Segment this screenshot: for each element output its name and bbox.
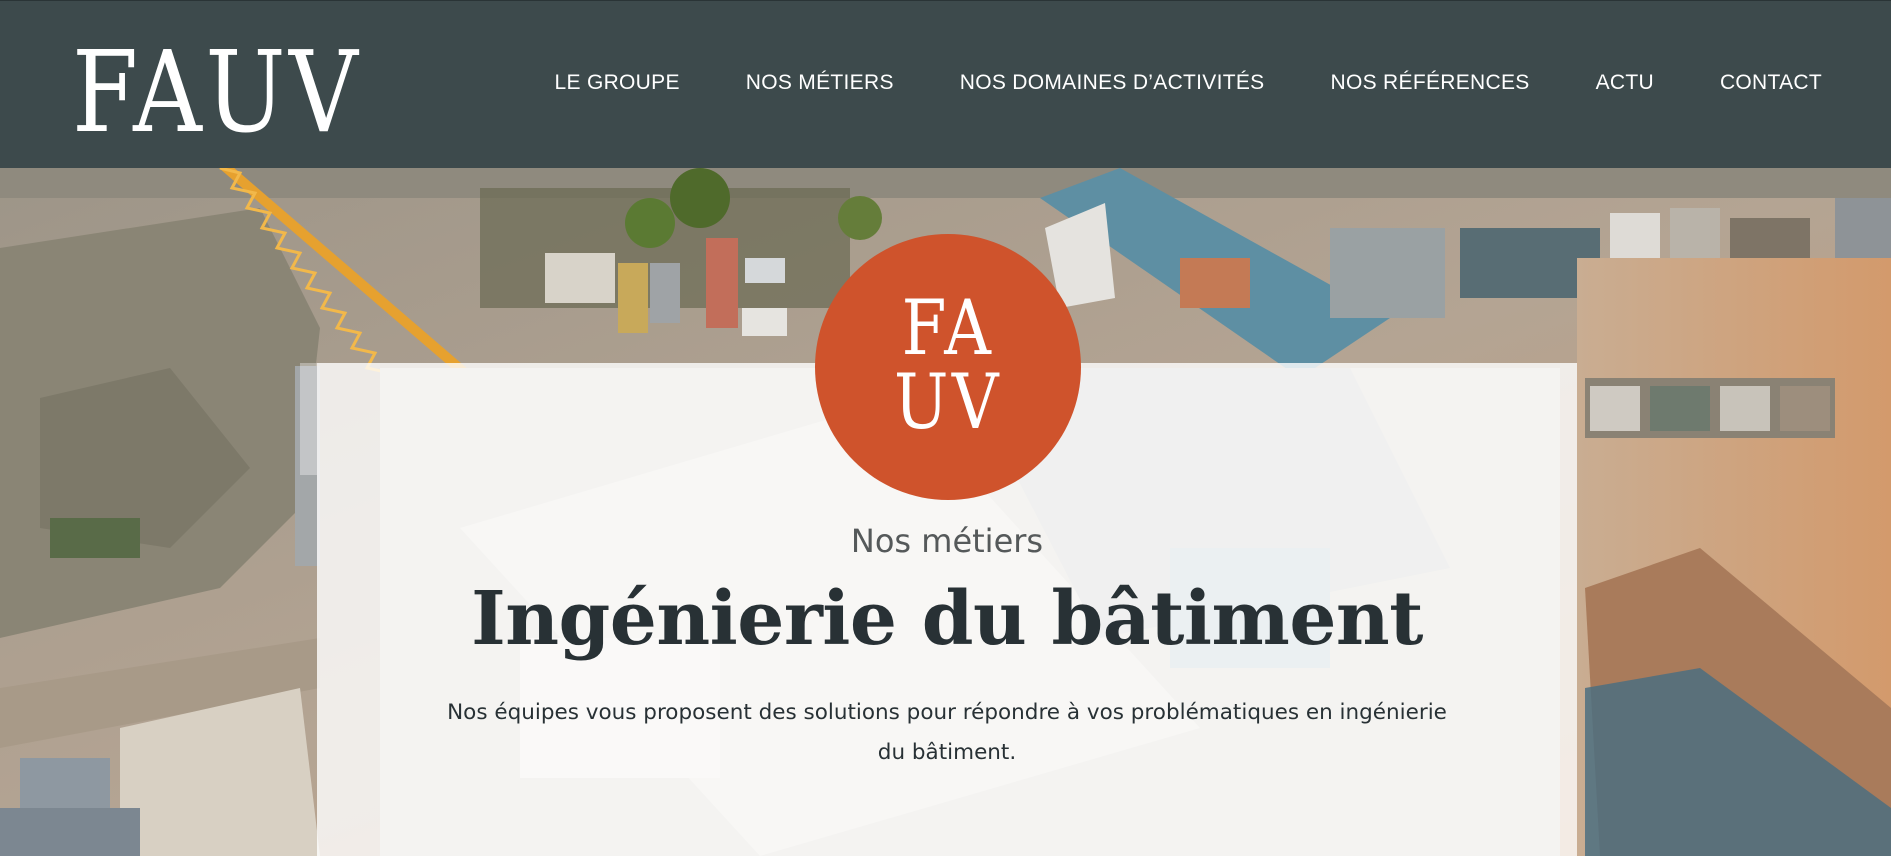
badge-logo-line-2: UV — [894, 357, 1002, 446]
nav-item-contact[interactable]: CONTACT — [1720, 71, 1822, 95]
page-title: Ingénierie du bâtiment — [471, 576, 1423, 662]
nav-item-le-groupe[interactable]: LE GROUPE — [555, 71, 680, 95]
nav-item-domaines-activites[interactable]: NOS DOMAINES D’ACTIVITÉS — [960, 71, 1265, 95]
main-nav: LE GROUPE NOS MÉTIERS NOS DOMAINES D’ACT… — [555, 71, 1822, 95]
nav-item-actu[interactable]: ACTU — [1596, 71, 1654, 95]
site-header: FAUV LE GROUPE NOS MÉTIERS NOS DOMAINES … — [0, 0, 1891, 168]
badge-logo-line-1: FA — [901, 283, 995, 372]
brand-badge: FA UV — [815, 234, 1081, 500]
brand-logo[interactable]: FAUV — [72, 37, 361, 149]
card-edge — [300, 363, 317, 475]
section-eyebrow: Nos métiers — [850, 522, 1044, 560]
nav-item-nos-metiers[interactable]: NOS MÉTIERS — [746, 71, 894, 95]
nav-item-nos-references[interactable]: NOS RÉFÉRENCES — [1331, 71, 1530, 95]
hero-description: Nos équipes vous proposent des solutions… — [447, 700, 1447, 765]
